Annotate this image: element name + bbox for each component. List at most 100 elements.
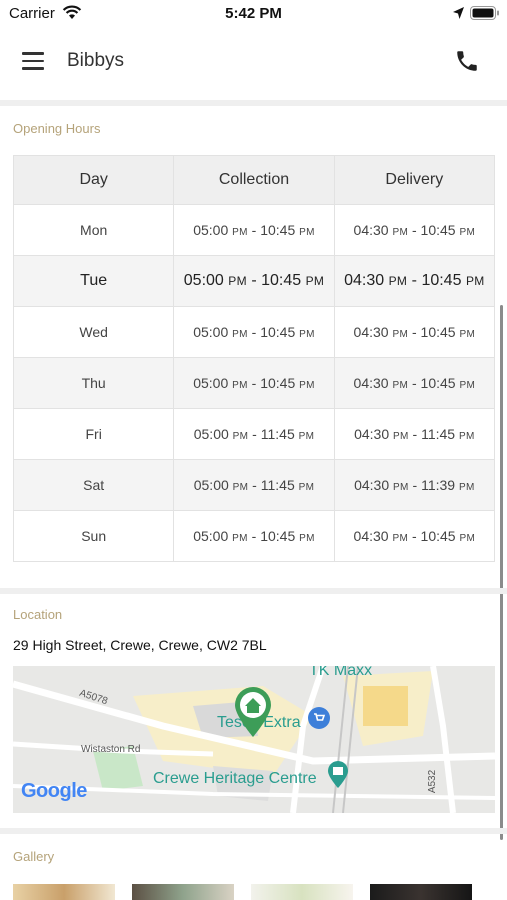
- hamburger-menu-icon[interactable]: [22, 52, 46, 72]
- section-divider: [0, 588, 507, 594]
- collection-open-time: 05:00: [193, 477, 229, 493]
- collection-close-time: 10:45: [260, 324, 296, 340]
- page-title: Bibbys: [67, 50, 125, 71]
- delivery-hours-cell: 04:30 PM - 10:45 PM: [333, 306, 496, 358]
- ampm-label: PM: [299, 533, 315, 544]
- collection-open-time: 05:00: [193, 528, 229, 544]
- day-cell: Thu: [12, 357, 175, 409]
- delivery-close-time: 10:45: [420, 375, 456, 391]
- collection-close-time: 11:45: [260, 426, 295, 442]
- delivery-hours-cell: 04:30 PM - 10:45 PM: [333, 510, 496, 562]
- delivery-close-time: 10:45: [421, 272, 462, 289]
- delivery-open-time: 04:30: [344, 272, 385, 289]
- map-place-label: Crewe Heritage Centre: [153, 770, 317, 787]
- ampm-label: PM: [459, 227, 476, 238]
- gallery-image[interactable]: [132, 884, 234, 900]
- location-address: 29 High Street, Crewe, Crewe, CW2 7BL: [13, 637, 267, 653]
- ampm-label: PM: [232, 482, 249, 493]
- table-row-today: Tue 05:00 PM - 10:45 PM 04:30 PM - 10:45…: [12, 255, 496, 307]
- collection-hours-cell: 05:00 PM - 10:45 PM: [173, 255, 335, 307]
- ampm-label: PM: [388, 274, 408, 288]
- delivery-hours-cell: 04:30 PM - 10:45 PM: [333, 255, 496, 307]
- day-cell: Sun: [12, 510, 175, 562]
- delivery-hours-cell: 04:30 PM - 10:45 PM: [333, 204, 496, 256]
- table-row: Mon 05:00 PM - 10:45 PM 04:30 PM - 10:45…: [12, 204, 496, 256]
- map-road-label: A532: [427, 769, 439, 794]
- delivery-close-time: 11:45: [421, 426, 456, 442]
- ampm-label: PM: [392, 380, 409, 391]
- opening-hours-heading: Opening Hours: [13, 121, 101, 136]
- collection-hours-cell: 05:00 PM - 11:45 PM: [173, 408, 335, 460]
- google-attribution: Google: [21, 780, 87, 803]
- column-header-collection: Collection: [173, 155, 335, 205]
- ampm-label: PM: [458, 482, 475, 493]
- collection-open-time: 05:00: [193, 324, 229, 340]
- section-divider: [0, 100, 507, 106]
- table-row: Sun 05:00 PM - 10:45 PM 04:30 PM - 10:45…: [12, 510, 496, 562]
- ampm-label: PM: [232, 227, 248, 238]
- section-divider: [0, 828, 507, 834]
- delivery-open-time: 04:30: [354, 477, 390, 493]
- ampm-label: PM: [232, 329, 248, 340]
- collection-close-time: 10:45: [261, 272, 302, 289]
- museum-icon: [328, 761, 348, 788]
- ampm-label: PM: [393, 482, 409, 493]
- ampm-label: PM: [305, 274, 325, 288]
- ampm-label: PM: [228, 274, 247, 288]
- delivery-open-time: 04:30: [353, 324, 389, 340]
- ampm-label: PM: [299, 227, 315, 238]
- delivery-close-time: 10:45: [420, 528, 456, 544]
- day-cell: Fri: [12, 408, 175, 460]
- delivery-open-time: 04:30: [354, 426, 390, 442]
- delivery-hours-cell: 04:30 PM - 11:45 PM: [333, 408, 496, 460]
- ampm-label: PM: [459, 533, 476, 544]
- table-row: Thu 05:00 PM - 10:45 PM 04:30 PM - 10:45…: [12, 357, 496, 409]
- opening-hours-table: Day Collection Delivery Mon 05:00 PM - 1…: [12, 155, 496, 562]
- shopping-cart-icon: [308, 707, 330, 729]
- location-arrow-icon: [453, 7, 464, 19]
- gallery-image[interactable]: [13, 884, 115, 900]
- delivery-close-time: 11:39: [421, 477, 456, 493]
- ampm-label: PM: [465, 274, 485, 288]
- day-cell: Mon: [12, 204, 175, 256]
- map-road-label: Wistaston Rd: [81, 744, 141, 755]
- delivery-close-time: 10:45: [420, 324, 456, 340]
- ampm-label: PM: [232, 533, 248, 544]
- ampm-label: PM: [392, 227, 409, 238]
- collection-close-time: 11:45: [260, 477, 295, 493]
- collection-hours-cell: 05:00 PM - 10:45 PM: [173, 204, 335, 256]
- location-heading: Location: [13, 607, 63, 622]
- ampm-label: PM: [458, 431, 475, 442]
- ampm-label: PM: [232, 380, 248, 391]
- home-pin-icon: [235, 687, 271, 737]
- table-row: Sat 05:00 PM - 11:45 PM 04:30 PM - 11:39…: [12, 459, 496, 511]
- location-map[interactable]: A5078 Wistaston Rd A532 TK Maxx Tesco Ex…: [13, 666, 495, 813]
- phone-icon[interactable]: [454, 48, 480, 74]
- delivery-hours-cell: 04:30 PM - 10:45 PM: [333, 357, 496, 409]
- ampm-label: PM: [299, 329, 315, 340]
- ampm-label: PM: [232, 431, 249, 442]
- table-row: Fri 05:00 PM - 11:45 PM 04:30 PM - 11:45…: [12, 408, 496, 460]
- collection-open-time: 05:00: [183, 272, 224, 289]
- map-place-label: TK Maxx: [309, 666, 373, 679]
- gallery-image[interactable]: [251, 884, 353, 900]
- status-time: 5:42 PM: [225, 5, 282, 22]
- ampm-label: PM: [393, 431, 409, 442]
- collection-close-time: 10:45: [260, 375, 296, 391]
- gallery-heading: Gallery: [13, 849, 55, 864]
- collection-open-time: 05:00: [193, 375, 229, 391]
- collection-close-time: 10:45: [260, 222, 296, 238]
- gallery-strip: [0, 884, 507, 900]
- collection-hours-cell: 05:00 PM - 10:45 PM: [173, 510, 335, 562]
- delivery-open-time: 04:30: [353, 222, 389, 238]
- column-header-day: Day: [12, 155, 175, 205]
- delivery-hours-cell: 04:30 PM - 11:39 PM: [333, 459, 496, 511]
- gallery-image[interactable]: [370, 884, 472, 900]
- ampm-label: PM: [298, 431, 315, 442]
- collection-open-time: 05:00: [193, 426, 229, 442]
- scroll-indicator[interactable]: [500, 305, 503, 840]
- collection-close-time: 10:45: [260, 528, 296, 544]
- ampm-label: PM: [298, 482, 315, 493]
- table-row: Wed 05:00 PM - 10:45 PM 04:30 PM - 10:45…: [12, 306, 496, 358]
- table-header-row: Day Collection Delivery: [12, 155, 496, 205]
